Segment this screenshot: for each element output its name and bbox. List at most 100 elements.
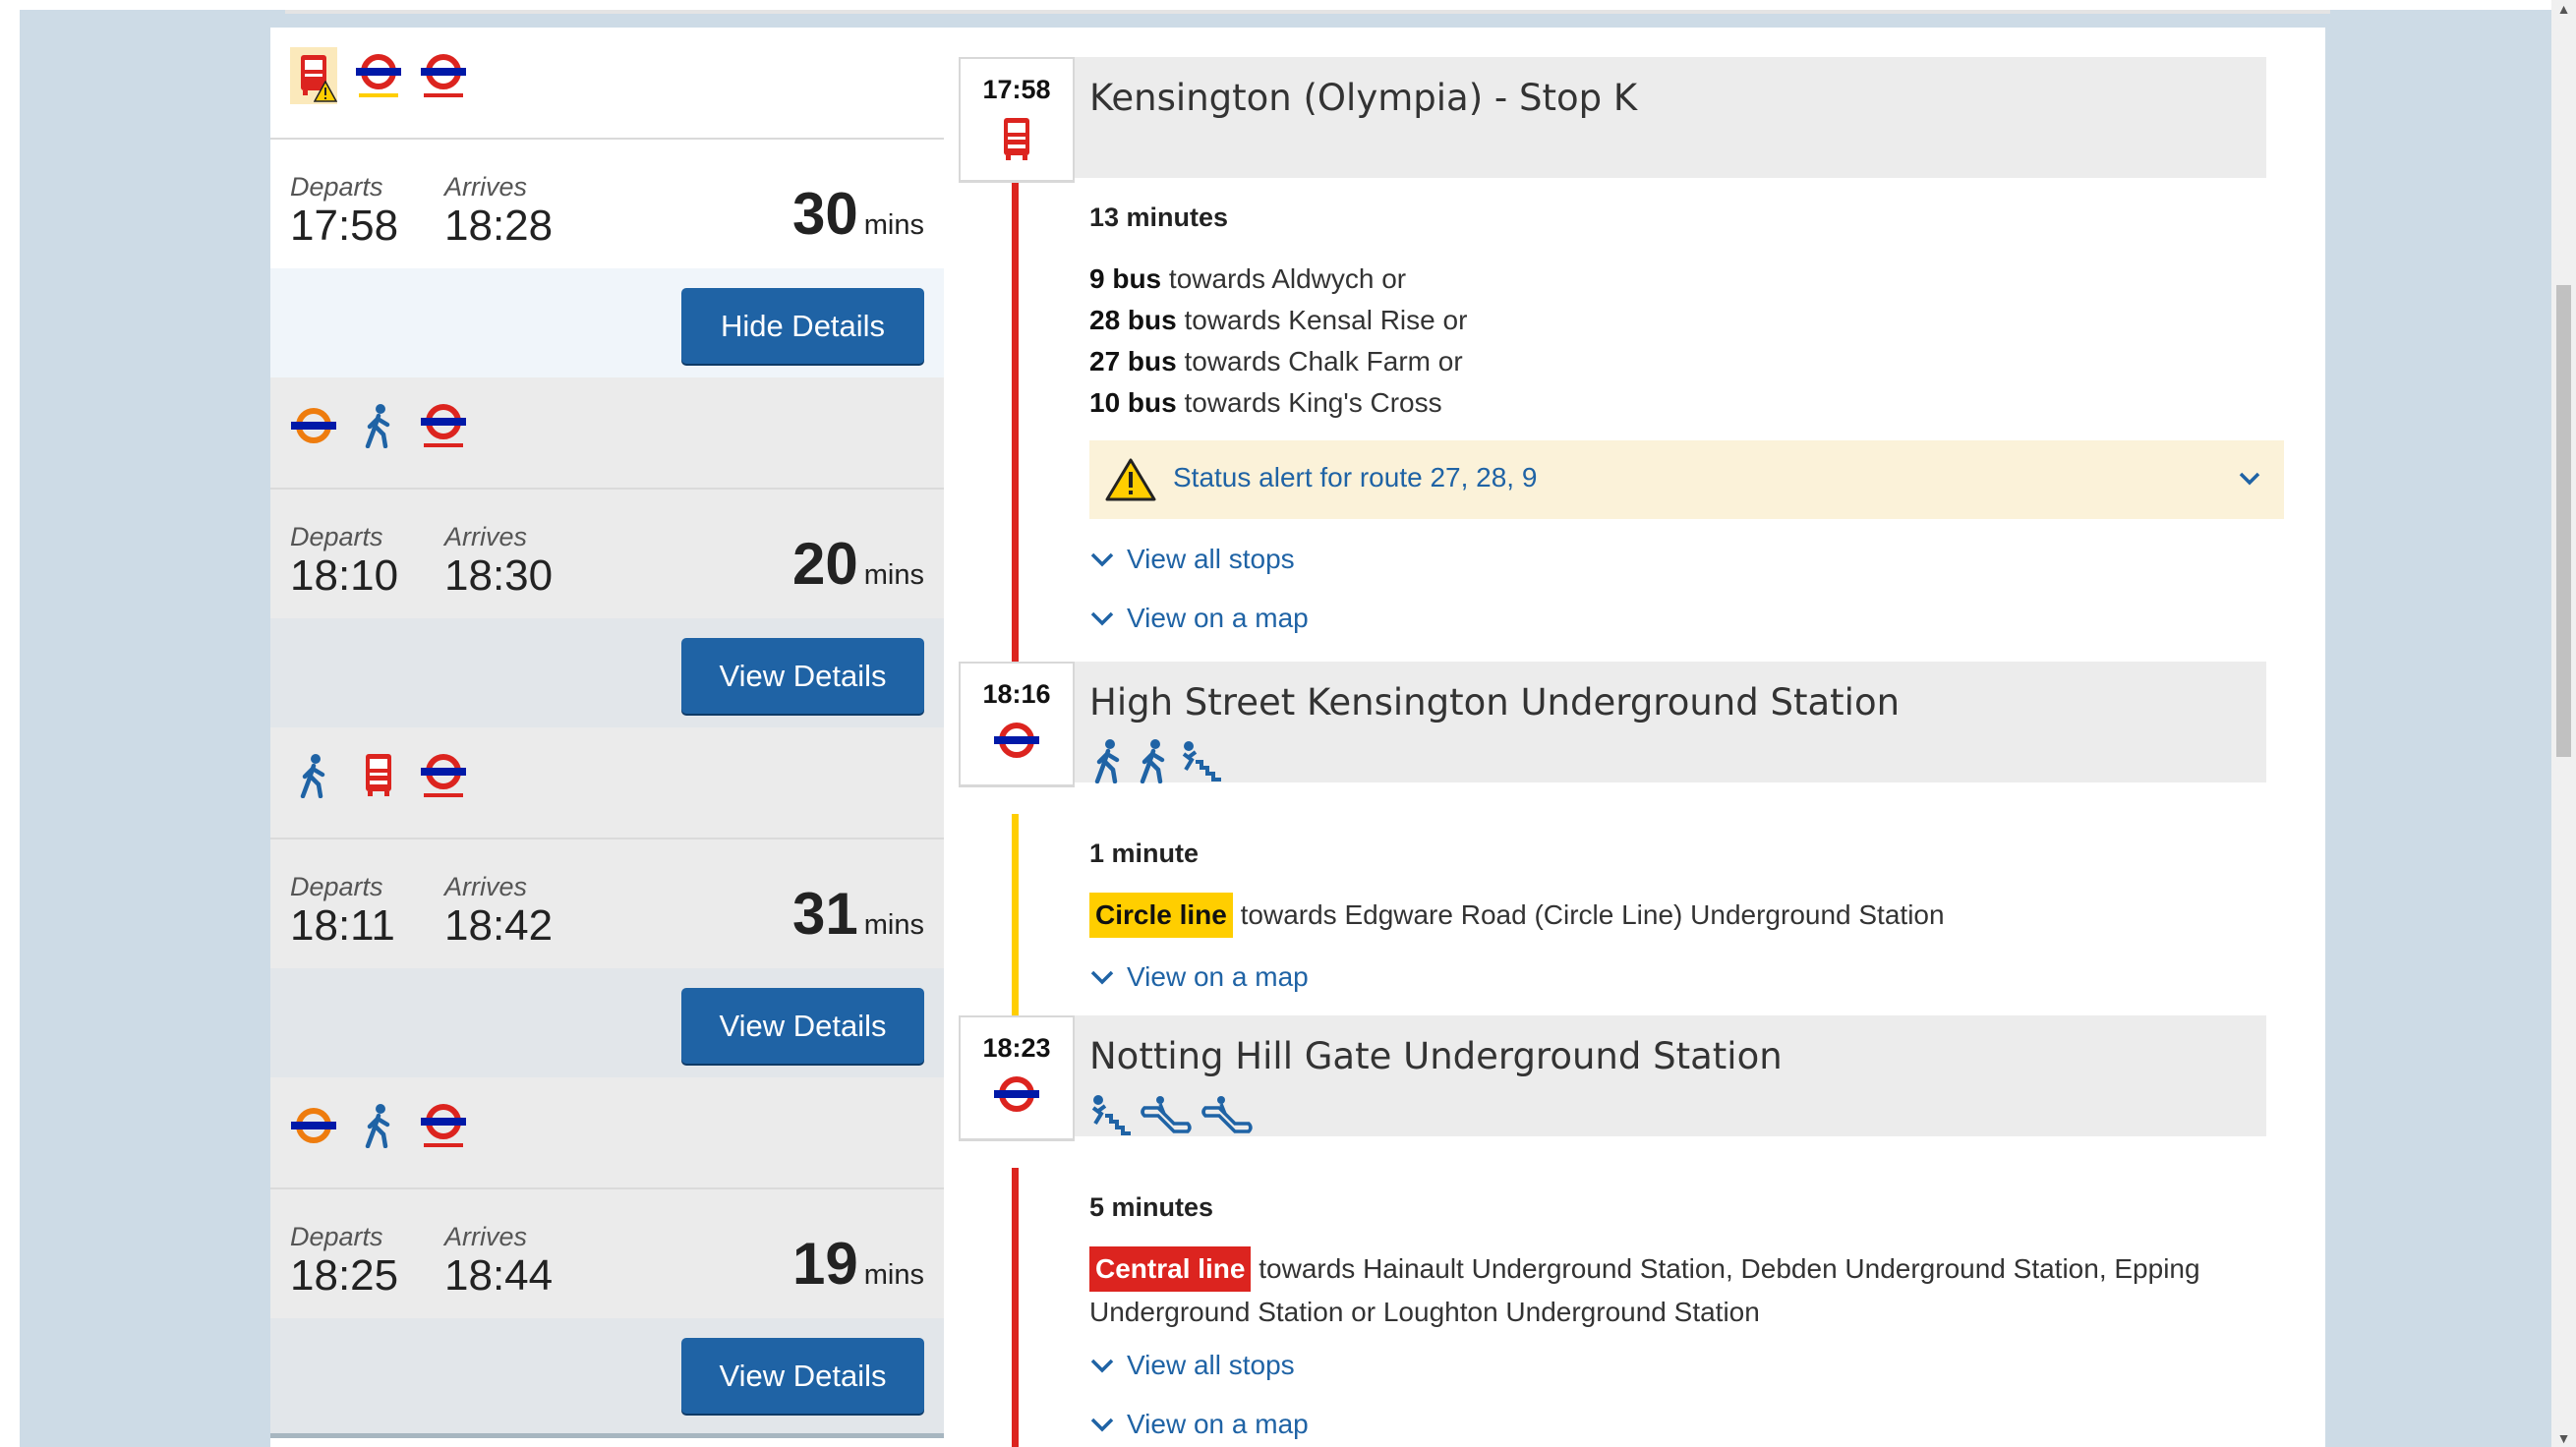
- underground-icon: [961, 1074, 1073, 1114]
- journey-modes: [290, 1091, 467, 1160]
- stairs-icon: [1091, 1095, 1131, 1135]
- stop-time: 17:58: [982, 75, 1051, 104]
- view-details-button[interactable]: View Details: [681, 1338, 924, 1414]
- journey-planner-content: Departs Arrives 17:58 18:28 30 mins Hide …: [270, 28, 2325, 1447]
- link[interactable]: View on a map: [1089, 1409, 1309, 1440]
- scrollbar-thumb[interactable]: [2556, 285, 2571, 757]
- scroll-up-arrow-icon[interactable]: ▲: [2556, 2, 2571, 16]
- central-line-route-line: [1012, 1168, 1019, 1447]
- link-label: View all stops: [1127, 1350, 1295, 1380]
- circle-line-leg: 1 minute: [1089, 839, 2284, 869]
- journey-modes: [290, 41, 467, 110]
- walk-icon: [355, 1097, 402, 1154]
- circle-line-tube-icon: [355, 47, 402, 104]
- duration-unit: mins: [863, 909, 924, 941]
- stop-time: 18:16: [982, 679, 1051, 709]
- header-strip: [285, 10, 2330, 14]
- link[interactable]: View all stops: [1089, 544, 1295, 575]
- route-number: 28 bus: [1089, 305, 1177, 335]
- duration-unit: mins: [863, 559, 924, 591]
- chevron-down-icon: [1090, 1359, 1114, 1373]
- view-details-button[interactable]: View Details: [681, 638, 924, 714]
- journey-option-1[interactable]: Departs Arrives 17:58 18:28 30 mins Hide …: [270, 28, 944, 388]
- stop-name: High Street Kensington Underground Stati…: [1089, 681, 1901, 724]
- chevron-down-icon[interactable]: [2235, 464, 2264, 493]
- arrives-label: Arrives: [444, 522, 528, 551]
- duration-unit: mins: [863, 1259, 924, 1291]
- stop-kensington-olympia: 17:58 Kensington (Olympia) - Stop K: [959, 57, 2286, 209]
- card-divider: [270, 838, 944, 839]
- view-details-button[interactable]: View Details: [681, 988, 924, 1064]
- card-divider: [270, 488, 944, 490]
- view-on-map-link[interactable]: View on a map: [1089, 603, 2284, 647]
- link[interactable]: View all stops: [1089, 1350, 1295, 1381]
- departs-label: Departs: [290, 872, 383, 901]
- stop-time-box: 17:58: [959, 57, 1075, 183]
- scroll-down-arrow-icon[interactable]: ▼: [2556, 1431, 2571, 1445]
- view-all-stops-link[interactable]: View all stops: [1089, 1350, 2284, 1394]
- journey-duration: 20 mins: [792, 530, 924, 598]
- route-towards: towards King's Cross: [1184, 387, 1442, 418]
- status-alert-box[interactable]: Status alert for route 27, 28, 9: [1089, 440, 2284, 519]
- duration-value: 30: [792, 181, 858, 247]
- leg-duration: 1 minute: [1089, 839, 1200, 868]
- journey-details-panel: 17:58 Kensington (Olympia) - Stop K 13 m…: [959, 28, 2325, 1447]
- chevron-down-icon: [1090, 611, 1114, 626]
- journey-times: Departs Arrives 18:11 18:42 31 mins: [270, 840, 944, 968]
- central-line-tube-icon: [420, 47, 467, 104]
- card-actions: View Details: [270, 968, 944, 1083]
- stop-time-box: 18:16: [959, 662, 1075, 787]
- link[interactable]: View on a map: [1089, 961, 1309, 993]
- departs-label: Departs: [290, 1222, 383, 1251]
- card-divider: [270, 138, 944, 140]
- hide-details-button[interactable]: Hide Details: [681, 288, 924, 364]
- route-towards: towards Aldwych or: [1168, 263, 1407, 294]
- stop-header: High Street Kensington Underground Stati…: [1075, 662, 2266, 783]
- status-alert-text: Status alert for route 27, 28, 9: [1173, 462, 1538, 492]
- stop-name: Notting Hill Gate Underground Station: [1089, 1035, 1783, 1077]
- journey-times: Departs Arrives 17:58 18:28 30 mins: [270, 141, 944, 268]
- route-option: 9 bus towards Aldwych or: [1089, 259, 2284, 300]
- departure-time: 17:58: [290, 202, 399, 250]
- duration-unit: mins: [863, 209, 924, 241]
- underground-icon: [961, 721, 1073, 760]
- circle-line-route: Circle line towards Edgware Road (Circle…: [1089, 893, 2284, 938]
- journey-duration: 19 mins: [792, 1230, 924, 1298]
- walk-icon: [355, 397, 402, 454]
- journey-modes: [290, 391, 467, 460]
- duration-value: 31: [792, 881, 858, 947]
- chevron-down-icon: [1090, 1418, 1114, 1432]
- journey-times: Departs Arrives 18:25 18:44 19 mins: [270, 1190, 944, 1318]
- central-line-leg: 5 minutes: [1089, 1192, 2284, 1223]
- journey-modes: [290, 741, 467, 810]
- escalator-icon: [1201, 1096, 1253, 1133]
- link[interactable]: View on a map: [1089, 603, 1309, 634]
- circle-line-badge: Circle line: [1089, 893, 1233, 938]
- central-line-tube-icon: [420, 397, 467, 454]
- link-label: View on a map: [1127, 1409, 1309, 1439]
- chevron-down-icon: [1090, 552, 1114, 567]
- status-alert[interactable]: Status alert for route 27, 28, 9: [1089, 440, 2284, 519]
- view-all-stops-link[interactable]: View all stops: [1089, 544, 2284, 588]
- arrives-label: Arrives: [444, 1222, 528, 1251]
- arrival-time: 18:30: [444, 551, 554, 600]
- route-line-1: Central line towards Hainault Undergroun…: [1089, 1246, 2284, 1292]
- warning-icon: [1105, 458, 1156, 501]
- route-towards-continued: Underground Station or Loughton Undergro…: [1089, 1297, 1760, 1327]
- overground-icon: [290, 1097, 337, 1154]
- journey-option-2[interactable]: Departs Arrives 18:10 18:30 20 mins View …: [270, 377, 944, 738]
- vertical-scrollbar[interactable]: ▲ ▼: [2551, 0, 2576, 1447]
- overground-icon: [290, 397, 337, 454]
- route-option: 28 bus towards Kensal Rise or: [1089, 300, 2284, 341]
- journey-option-4[interactable]: Departs Arrives 18:25 18:44 19 mins View …: [270, 1077, 944, 1438]
- leg-duration: 13 minutes: [1089, 203, 1229, 232]
- link-label: View on a map: [1127, 603, 1309, 633]
- view-on-map-link[interactable]: View on a map: [1089, 1409, 2284, 1447]
- duration-value: 19: [792, 1231, 858, 1297]
- journey-duration: 31 mins: [792, 880, 924, 948]
- view-on-map-link[interactable]: View on a map: [1089, 961, 2284, 1006]
- stop-header: Notting Hill Gate Underground Station: [1075, 1015, 2266, 1136]
- journey-option-3[interactable]: Departs Arrives 18:11 18:42 31 mins View …: [270, 727, 944, 1088]
- departs-label: Departs: [290, 522, 383, 551]
- bus-warning-icon: [290, 47, 337, 104]
